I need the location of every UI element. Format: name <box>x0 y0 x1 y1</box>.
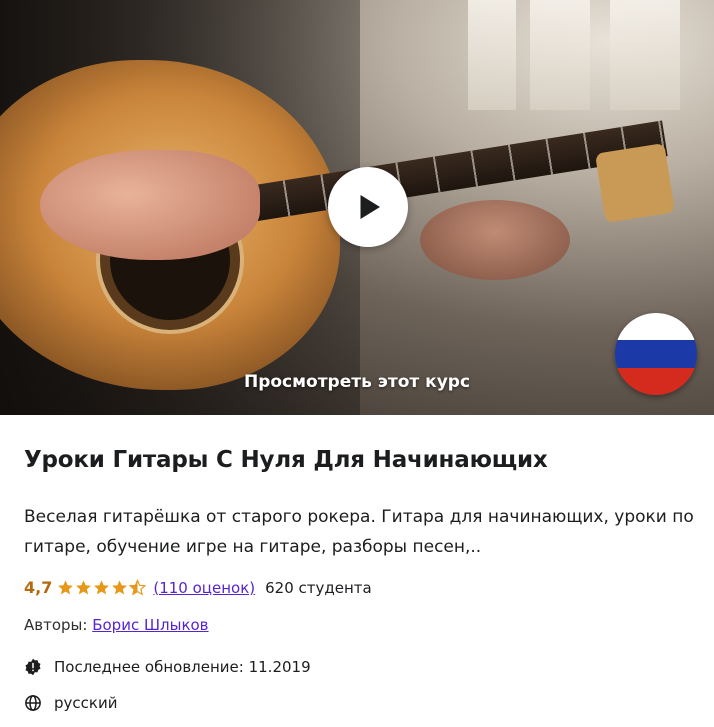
background-window <box>530 0 590 110</box>
rating-row: 4,7 (110 оценок) 620 студента <box>24 578 372 597</box>
fretting-hand <box>420 200 570 280</box>
author-link[interactable]: Борис Шлыков <box>92 616 208 634</box>
language-text: русский <box>54 694 118 712</box>
course-preview-image[interactable]: Просмотреть этот курс <box>0 0 714 415</box>
course-title[interactable]: Уроки Гитары С Нуля Для Начинающих <box>24 447 548 473</box>
last-updated-row: Последнее обновление: 11.2019 <box>24 658 311 676</box>
russia-flag-icon <box>615 313 697 395</box>
last-updated-text: Последнее обновление: 11.2019 <box>54 658 311 676</box>
rating-value: 4,7 <box>24 578 53 597</box>
globe-icon <box>24 694 42 712</box>
reviews-link[interactable]: (110 оценок) <box>153 579 255 597</box>
play-icon <box>360 195 380 219</box>
preview-course-label[interactable]: Просмотреть этот курс <box>0 372 714 392</box>
star-icon <box>58 580 74 595</box>
background-window <box>468 0 516 110</box>
background-window <box>610 0 680 110</box>
star-icon <box>94 580 110 595</box>
course-description: Веселая гитарёшка от старого рокера. Гит… <box>24 507 694 557</box>
star-icon <box>112 580 128 595</box>
language-row: русский <box>24 694 117 712</box>
half-star-icon <box>129 579 147 596</box>
play-button[interactable] <box>328 167 408 247</box>
rating-stars <box>57 579 147 596</box>
students-count: 620 студента <box>265 578 372 597</box>
star-icon <box>76 580 92 595</box>
strumming-hand <box>40 150 260 260</box>
update-badge-icon <box>24 658 42 676</box>
authors-row: Авторы: Борис Шлыков <box>24 616 209 634</box>
guitar-headstock <box>594 142 676 224</box>
authors-label: Авторы: <box>24 616 88 634</box>
